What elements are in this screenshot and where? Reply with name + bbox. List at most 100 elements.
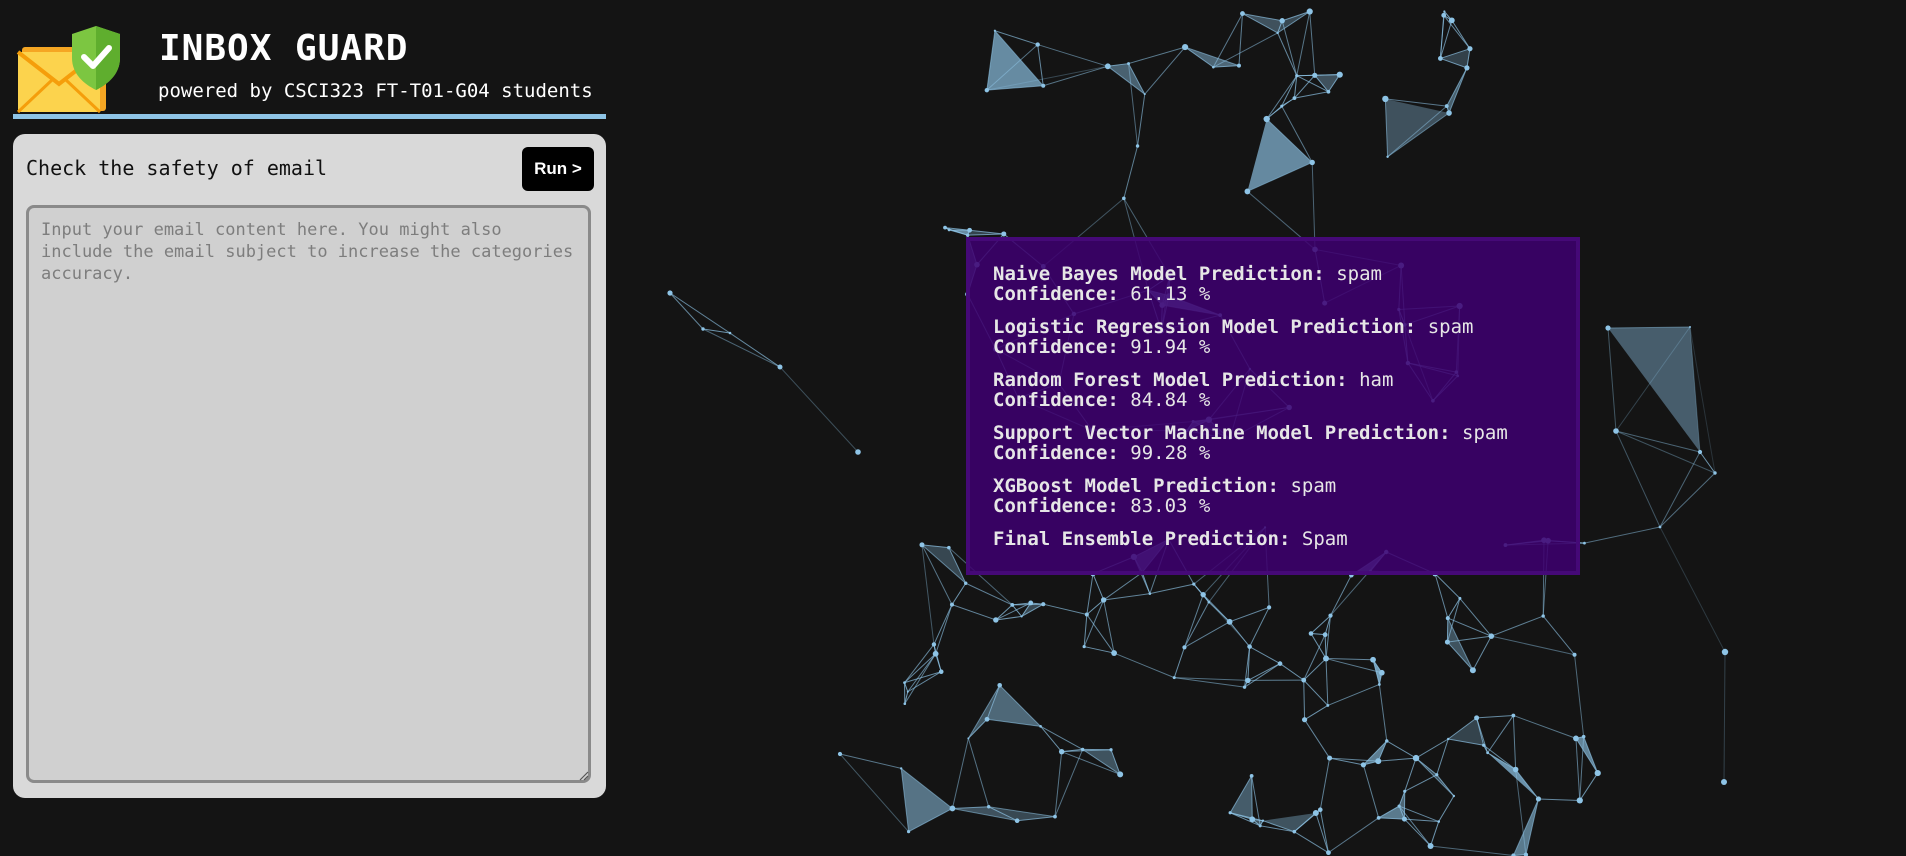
network-link	[1296, 11, 1311, 76]
network-link	[1430, 845, 1514, 856]
network-node	[1474, 715, 1480, 721]
network-node	[1148, 592, 1152, 595]
network-link	[1446, 67, 1468, 107]
network-link	[1040, 725, 1083, 750]
network-link	[1304, 719, 1331, 759]
network-node	[1249, 816, 1256, 823]
network-link	[1476, 714, 1514, 719]
network-node	[1386, 155, 1389, 159]
network-link	[933, 604, 953, 645]
panel-title: Check the safety of email	[26, 156, 328, 180]
network-node	[1328, 613, 1333, 618]
network-link	[1659, 451, 1701, 528]
email-content-input[interactable]	[26, 205, 591, 783]
network-node	[1581, 734, 1586, 739]
network-node	[1263, 115, 1270, 123]
network-link	[1325, 658, 1329, 706]
network-node	[1322, 632, 1328, 638]
network-link	[1251, 775, 1253, 820]
network-node	[1467, 46, 1473, 52]
model-prediction: spam	[1427, 316, 1474, 338]
network-node	[1280, 104, 1284, 108]
resize-handle-icon[interactable]	[579, 771, 589, 781]
network-node	[1122, 196, 1126, 201]
network-link	[1149, 583, 1194, 595]
network-link	[1303, 634, 1326, 681]
model-label: XGBoost Model Prediction:	[993, 475, 1279, 497]
network-link	[1579, 772, 1599, 801]
network-link	[779, 366, 859, 453]
network-link	[1472, 635, 1492, 671]
network-link	[1386, 740, 1417, 759]
network-node	[947, 228, 951, 232]
model-label: Naive Bayes Model Prediction:	[993, 263, 1325, 285]
network-link	[839, 753, 902, 769]
network-node	[1058, 748, 1065, 755]
network-link	[921, 544, 935, 645]
network-link	[669, 292, 704, 330]
network-link	[1448, 67, 1468, 114]
network-node	[1312, 810, 1319, 817]
network-link	[1128, 46, 1186, 65]
network-link	[1326, 658, 1374, 661]
network-link	[1659, 472, 1716, 528]
network-node	[837, 751, 843, 757]
network-node	[1242, 685, 1247, 689]
network-link	[951, 582, 967, 605]
confidence-label: Confidence:	[993, 336, 1119, 358]
network-node	[1306, 8, 1313, 15]
network-node	[855, 449, 861, 455]
network-link	[1487, 752, 1516, 770]
network-node	[1143, 93, 1146, 96]
prediction-results-panel: Naive Bayes Model Prediction: spam Confi…	[966, 237, 1580, 575]
final-label: Final Ensemble Prediction:	[993, 528, 1291, 550]
header-divider	[13, 114, 606, 119]
network-link	[1173, 647, 1185, 678]
final-value: Spam	[1301, 528, 1348, 550]
network-node	[1247, 644, 1252, 649]
network-link	[1443, 15, 1471, 50]
network-node	[1397, 804, 1401, 808]
network-node	[1464, 65, 1470, 71]
model-prediction: ham	[1359, 369, 1394, 391]
network-node	[1035, 42, 1040, 47]
run-button[interactable]: Run >	[522, 147, 594, 191]
network-node	[1028, 600, 1034, 606]
network-node	[919, 542, 925, 548]
network-link	[1404, 818, 1431, 847]
network-node	[1385, 739, 1389, 743]
network-node	[1336, 71, 1343, 78]
network-node	[1458, 596, 1462, 600]
network-node	[1226, 618, 1233, 625]
confidence-value: 99.28 %	[1130, 442, 1211, 464]
network-node	[1452, 794, 1456, 798]
model-label: Logistic Regression Model Prediction:	[993, 316, 1417, 338]
network-node	[993, 617, 999, 623]
network-node	[1135, 144, 1140, 148]
network-node	[1444, 639, 1450, 645]
network-node	[1295, 74, 1299, 78]
network-node	[701, 327, 705, 331]
network-link	[1137, 94, 1146, 147]
network-node	[1377, 683, 1381, 686]
header: INBOX GUARD powered by CSCI323 FT-T01-G0…	[14, 18, 606, 118]
email-check-panel: Check the safety of email Run >	[13, 134, 606, 798]
network-node	[1576, 797, 1583, 804]
network-link	[1378, 684, 1388, 742]
model-prediction: spam	[1462, 422, 1508, 444]
network-link	[702, 328, 781, 368]
network-link	[965, 582, 1013, 606]
network-node	[984, 716, 990, 722]
network-node	[993, 29, 996, 32]
network-node	[1228, 811, 1232, 815]
network-link	[1303, 658, 1327, 681]
network-link	[1378, 757, 1417, 762]
network-node	[1172, 676, 1176, 680]
network-link	[951, 738, 969, 809]
result-item-svm: Support Vector Machine Model Prediction:…	[993, 423, 1566, 463]
network-node	[1245, 677, 1251, 684]
network-link	[1615, 430, 1661, 528]
network-node	[1001, 231, 1007, 237]
result-item-naive-bayes: Naive Bayes Model Prediction: spam Confi…	[993, 264, 1566, 304]
network-link	[1459, 598, 1492, 637]
